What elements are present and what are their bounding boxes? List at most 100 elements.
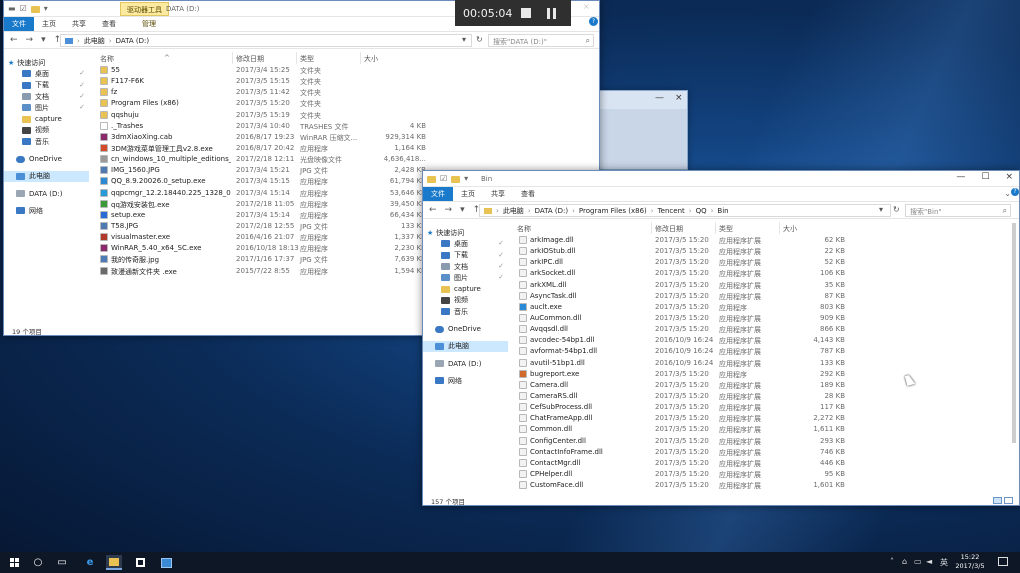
file-row[interactable]: auclt.exe 2017/3/5 15:20 应用程序 803 KB: [515, 302, 1009, 313]
pin-icon[interactable]: ✓: [498, 273, 504, 281]
refresh-icon[interactable]: ↻: [893, 205, 900, 214]
column-name[interactable]: 名称: [517, 224, 531, 234]
nav-network[interactable]: 网络: [423, 375, 508, 386]
nav-pictures[interactable]: 图片 ✓: [4, 102, 89, 113]
file-row[interactable]: CPHelper.dll 2017/3/5 15:20 应用程序扩展 95 KB: [515, 469, 1009, 480]
column-name[interactable]: 名称: [100, 54, 114, 64]
background-window[interactable]: — ×: [598, 90, 688, 170]
recent-locations-icon[interactable]: ▾: [41, 35, 46, 45]
details-view-icon[interactable]: [993, 497, 1002, 504]
chevron-right-icon[interactable]: ›: [651, 207, 654, 215]
chevron-up-icon[interactable]: ˄: [890, 557, 894, 566]
chevron-right-icon[interactable]: ›: [711, 207, 714, 215]
file-row[interactable]: Avqqsdl.dll 2017/3/5 15:20 应用程序扩展 866 KB: [515, 324, 1009, 335]
file-row[interactable]: ._Trashes 2017/3/4 10:40 TRASHES 文件 4 KB: [96, 121, 599, 132]
volume-icon[interactable]: ◄: [926, 557, 932, 566]
nav-this-pc[interactable]: 此电脑: [423, 340, 508, 352]
minimize-icon[interactable]: —: [956, 172, 965, 182]
column-size[interactable]: 大小: [364, 54, 378, 64]
back-arrow-icon[interactable]: ←: [429, 205, 437, 215]
pin-icon[interactable]: ✓: [79, 69, 85, 77]
file-row[interactable]: arkIOStub.dll 2017/3/5 15:20 应用程序扩展 22 KB: [515, 246, 1009, 257]
nav-capture[interactable]: capture: [4, 113, 89, 124]
tab-file[interactable]: 文件: [4, 17, 34, 31]
nav-downloads[interactable]: 下载 ✓: [4, 80, 89, 91]
address-input[interactable]: › 此电脑 › DATA (D:): [60, 34, 472, 47]
column-type[interactable]: 类型: [300, 54, 314, 64]
nav-pictures[interactable]: 图片 ✓: [423, 272, 508, 283]
nav-quick-access[interactable]: ★ 快速访问: [423, 227, 508, 238]
tab-file[interactable]: 文件: [423, 187, 453, 201]
back-arrow-icon[interactable]: ←: [10, 35, 18, 45]
nav-network[interactable]: 网络: [4, 205, 89, 216]
forward-arrow-icon[interactable]: →: [445, 205, 453, 215]
tab-home[interactable]: 主页: [453, 187, 483, 201]
scrollbar-thumb[interactable]: [1012, 223, 1016, 443]
address-dropdown-icon[interactable]: ▾: [462, 35, 466, 44]
file-row[interactable]: bugreport.exe 2017/3/5 15:20 应用程序 292 KB: [515, 369, 1009, 380]
breadcrumb-program-files[interactable]: Program Files (x86): [579, 207, 647, 215]
file-row[interactable]: Camera.dll 2017/3/5 15:20 应用程序扩展 189 KB: [515, 380, 1009, 391]
customize-toolbar-icon[interactable]: ▾: [44, 4, 48, 13]
chevron-right-icon[interactable]: ›: [496, 207, 499, 215]
file-row[interactable]: 3dmXiaoXing.cab 2016/8/17 19:23 WinRAR 压缩文…: [96, 132, 599, 143]
search-input[interactable]: 搜索"DATA (D:)" ⌕: [488, 34, 594, 47]
file-row[interactable]: ContactInfoFrame.dll 2017/3/5 15:20 应用程序扩展…: [515, 447, 1009, 458]
close-icon[interactable]: ×: [1005, 172, 1013, 182]
network-tray-icon[interactable]: ⌂: [902, 557, 907, 566]
pin-icon[interactable]: ✓: [498, 251, 504, 259]
notification-center-icon[interactable]: [998, 557, 1008, 566]
address-input[interactable]: › 此电脑 › DATA (D:) › Program Files (x86) …: [479, 204, 891, 217]
stop-icon[interactable]: [521, 8, 531, 18]
nav-onedrive[interactable]: OneDrive: [423, 323, 508, 334]
column-date[interactable]: 修改日期: [236, 54, 264, 64]
tab-view[interactable]: 查看: [513, 187, 543, 201]
pin-icon[interactable]: ✓: [79, 103, 85, 111]
file-row[interactable]: CustomFace.dll 2017/3/5 15:20 应用程序扩展 1,601 …: [515, 480, 1009, 491]
search-icon[interactable]: ⌕: [1003, 206, 1007, 216]
file-row[interactable]: CefSubProcess.dll 2017/3/5 15:20 应用程序扩展 117…: [515, 402, 1009, 413]
breadcrumb-data-drive[interactable]: DATA (D:): [116, 37, 149, 45]
nav-data-drive[interactable]: DATA (D:): [4, 188, 89, 199]
pin-icon[interactable]: ✓: [498, 239, 504, 247]
properties-icon[interactable]: ☑: [440, 174, 447, 183]
file-row[interactable]: 3DM游戏菜单管理工具v2.8.exe 2016/8/17 20:42 应用程序 1,…: [96, 143, 599, 154]
file-row[interactable]: arkIPC.dll 2017/3/5 15:20 应用程序扩展 52 KB: [515, 257, 1009, 268]
file-row[interactable]: Common.dll 2017/3/5 15:20 应用程序扩展 1,611 KB: [515, 424, 1009, 435]
file-row[interactable]: ContactMgr.dll 2017/3/5 15:20 应用程序扩展 446 KB: [515, 458, 1009, 469]
file-row[interactable]: arkSocket.dll 2017/3/5 15:20 应用程序扩展 106 KB: [515, 268, 1009, 279]
close-icon[interactable]: ×: [583, 2, 590, 11]
column-size[interactable]: 大小: [783, 224, 797, 234]
cortana-icon[interactable]: ○: [30, 555, 46, 570]
file-row[interactable]: Program Files (x86) 2017/3/5 15:20 文件夹: [96, 98, 599, 109]
vertical-scrollbar[interactable]: [1011, 221, 1017, 495]
pin-icon[interactable]: ✓: [79, 81, 85, 89]
nav-desktop[interactable]: 桌面 ✓: [423, 238, 508, 249]
nav-quick-access[interactable]: ★ 快速访问: [4, 57, 89, 68]
breadcrumb-tencent[interactable]: Tencent: [658, 207, 685, 215]
address-dropdown-icon[interactable]: ▾: [879, 205, 883, 214]
breadcrumb-data-drive[interactable]: DATA (D:): [535, 207, 568, 215]
file-row[interactable]: AsyncTask.dll 2017/3/5 15:20 应用程序扩展 87 KB: [515, 291, 1009, 302]
chevron-right-icon[interactable]: ›: [77, 37, 80, 45]
nav-capture[interactable]: capture: [423, 283, 508, 294]
large-icons-view-icon[interactable]: [1004, 497, 1013, 504]
display-tray-icon[interactable]: ▭: [914, 557, 922, 566]
new-folder-icon[interactable]: [451, 176, 461, 183]
nav-videos[interactable]: 视频: [4, 125, 89, 136]
recorder-app-icon[interactable]: [158, 555, 174, 570]
pin-icon[interactable]: ✓: [498, 262, 504, 270]
file-row[interactable]: ChatFrameApp.dll 2017/3/5 15:20 应用程序扩展 2,27…: [515, 413, 1009, 424]
help-icon[interactable]: ?: [1011, 188, 1019, 196]
minimize-icon[interactable]: —: [655, 93, 664, 103]
nav-documents[interactable]: 文档 ✓: [423, 261, 508, 272]
nav-desktop[interactable]: 桌面 ✓: [4, 68, 89, 79]
breadcrumb-bin[interactable]: Bin: [717, 207, 728, 215]
expand-ribbon-icon[interactable]: ⌄: [1004, 189, 1011, 198]
file-row[interactable]: F117-F6K 2017/3/5 15:15 文件夹: [96, 76, 599, 87]
nav-documents[interactable]: 文档 ✓: [4, 91, 89, 102]
file-row[interactable]: CameraRS.dll 2017/3/5 15:20 应用程序扩展 28 KB: [515, 391, 1009, 402]
close-icon[interactable]: ×: [675, 93, 683, 103]
breadcrumb-qq[interactable]: QQ: [696, 207, 707, 215]
search-icon[interactable]: ⌕: [586, 36, 590, 46]
